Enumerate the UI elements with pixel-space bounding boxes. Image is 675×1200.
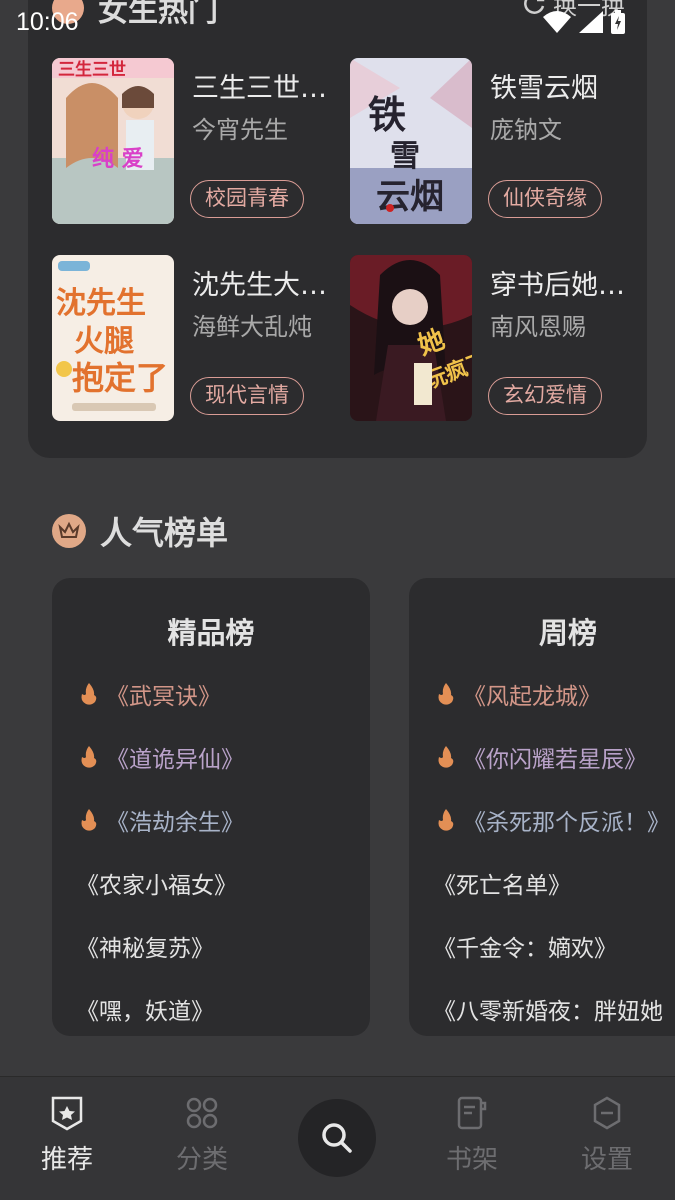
book-author: 庞钠文 — [490, 116, 562, 144]
wifi-icon — [543, 11, 571, 33]
search-button[interactable] — [298, 1099, 376, 1177]
book-item[interactable]: 沈先生 火腿 抱定了 沈先生大… 海鲜大乱炖 现代言情 — [52, 255, 342, 421]
rank-item[interactable]: 《风起龙城》 — [433, 662, 675, 725]
rank-item-title: 《八零新婚夜：胖妞她 — [433, 998, 663, 1025]
bottom-nav: 推荐 分类 书架 设置 — [0, 1076, 675, 1200]
book-author: 南风恩赐 — [490, 313, 586, 341]
rank-item[interactable]: 《浩劫余生》 — [76, 788, 370, 851]
fire-icon — [433, 744, 459, 770]
rank-item[interactable]: 《死亡名单》 — [433, 851, 675, 914]
status-bar: 10:06 — [0, 0, 675, 46]
rank-board-title: 周榜 — [538, 616, 597, 650]
rank-item[interactable]: 《杀死那个反派！》 — [433, 788, 675, 851]
fire-icon — [76, 744, 102, 770]
rank-board: 精品榜 《武冥诀》 《道诡异仙》 《浩劫余生》 《农家小福女》 《神秘复苏》 《… — [52, 578, 370, 1036]
nav-settings[interactable]: 设置 — [557, 1095, 657, 1176]
svg-text:沈先生: 沈先生 — [56, 286, 146, 321]
rank-list: 《武冥诀》 《道诡异仙》 《浩劫余生》 《农家小福女》 《神秘复苏》 《嘿，妖道… — [76, 662, 370, 1036]
rank-board: 周榜 《风起龙城》 《你闪耀若星辰》 《杀死那个反派！》 《死亡名单》 《千金令… — [409, 578, 675, 1036]
rank-item-title: 《神秘复苏》 — [76, 935, 214, 962]
status-time: 10:06 — [16, 8, 79, 36]
svg-text:云烟: 云烟 — [376, 177, 444, 217]
svg-text:纯 爱: 纯 爱 — [92, 146, 144, 172]
nav-label: 设置 — [580, 1145, 633, 1175]
book-item[interactable]: 她 玩疯了 穿书后她… 南风恩赐 玄幻爱情 — [350, 255, 640, 421]
rank-item[interactable]: 《农家小福女》 — [76, 851, 370, 914]
fire-icon — [76, 807, 102, 833]
rank-item-title: 《道诡异仙》 — [106, 746, 244, 773]
book-title: 三生三世… — [192, 73, 327, 104]
rank-item-title: 《风起龙城》 — [463, 683, 601, 710]
category-icon — [186, 1097, 218, 1129]
book-tag[interactable]: 校园青春 — [190, 180, 304, 218]
crown-icon — [52, 514, 86, 548]
book-cover: 沈先生 火腿 抱定了 — [52, 255, 174, 421]
rank-item-title: 《农家小福女》 — [76, 872, 237, 899]
book-title: 沈先生大… — [192, 270, 327, 301]
book-title: 铁雪云烟 — [490, 73, 598, 104]
rank-board-title: 精品榜 — [167, 616, 255, 650]
rank-item[interactable]: 《千金令：嫡欢》 — [433, 914, 675, 977]
nav-category[interactable]: 分类 — [152, 1095, 252, 1176]
rank-section-title: 人气榜单 — [100, 514, 229, 552]
rank-item-title: 《死亡名单》 — [433, 872, 571, 899]
nav-label: 书架 — [445, 1145, 498, 1175]
signal-icon — [579, 11, 603, 33]
rank-item[interactable]: 《八零新婚夜：胖妞她 — [433, 977, 675, 1036]
nav-label: 分类 — [175, 1145, 228, 1175]
rank-section-header: 人气榜单 — [52, 508, 228, 554]
rank-item-title: 《杀死那个反派！》 — [463, 809, 670, 836]
book-tag[interactable]: 现代言情 — [190, 377, 304, 415]
svg-text:抱定了: 抱定了 — [72, 359, 168, 397]
rank-item-title: 《你闪耀若星辰》 — [463, 746, 647, 773]
bookshelf-icon — [457, 1096, 487, 1130]
rank-item-title: 《千金令：嫡欢》 — [433, 935, 617, 962]
book-tag[interactable]: 仙侠奇缘 — [488, 180, 602, 218]
rank-item[interactable]: 《嘿，妖道》 — [76, 977, 370, 1036]
fire-icon — [433, 681, 459, 707]
book-item[interactable]: 铁 雪 云烟 铁雪云烟 庞钠文 仙侠奇缘 — [350, 58, 640, 224]
rank-item[interactable]: 《你闪耀若星辰》 — [433, 725, 675, 788]
settings-icon — [593, 1096, 621, 1130]
book-title: 穿书后她… — [490, 270, 625, 301]
status-icons — [543, 10, 625, 34]
battery-icon — [611, 10, 625, 34]
svg-text:雪: 雪 — [390, 139, 420, 174]
svg-text:火腿: 火腿 — [74, 324, 134, 359]
rank-list: 《风起龙城》 《你闪耀若星辰》 《杀死那个反派！》 《死亡名单》 《千金令：嫡欢… — [433, 662, 675, 1036]
rank-item-title: 《武冥诀》 — [106, 683, 221, 710]
nav-label: 推荐 — [40, 1145, 93, 1175]
book-tag[interactable]: 玄幻爱情 — [488, 377, 602, 415]
recommend-icon — [51, 1096, 83, 1131]
rank-item[interactable]: 《道诡异仙》 — [76, 725, 370, 788]
svg-text:三生三世: 三生三世 — [58, 59, 126, 80]
nav-recommend[interactable]: 推荐 — [17, 1095, 117, 1176]
fire-icon — [76, 681, 102, 707]
book-cover: 她 玩疯了 — [350, 255, 472, 421]
rank-item[interactable]: 《神秘复苏》 — [76, 914, 370, 977]
book-author: 海鲜大乱炖 — [192, 313, 312, 341]
book-cover: 铁 雪 云烟 — [350, 58, 472, 224]
nav-bookshelf[interactable]: 书架 — [422, 1095, 522, 1176]
rank-item-title: 《嘿，妖道》 — [76, 998, 214, 1025]
search-icon — [322, 1123, 352, 1153]
book-cover: 三生三世 纯 爱 — [52, 58, 174, 224]
svg-text:铁: 铁 — [368, 92, 406, 137]
book-author: 今宵先生 — [192, 116, 288, 144]
fire-icon — [433, 807, 459, 833]
rank-item-title: 《浩劫余生》 — [106, 809, 244, 836]
book-item[interactable]: 三生三世 纯 爱 三生三世… 今宵先生 校园青春 — [52, 58, 342, 224]
rank-item[interactable]: 《武冥诀》 — [76, 662, 370, 725]
